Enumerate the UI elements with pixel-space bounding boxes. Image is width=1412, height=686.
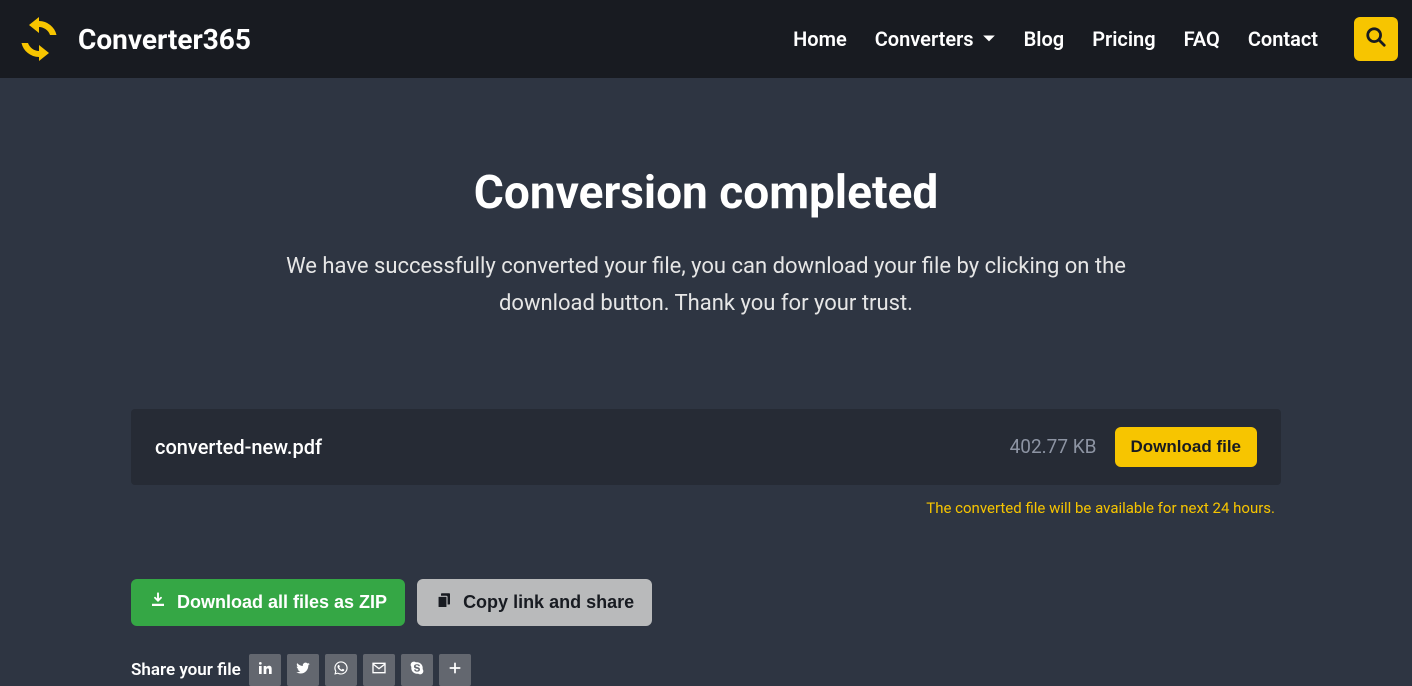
nav-converters[interactable]: Converters [875,27,996,51]
refresh-arrows-icon [14,14,64,64]
page-subtitle: We have successfully converted your file… [246,248,1166,323]
email-icon [371,660,387,680]
copy-link-label: Copy link and share [463,592,634,613]
twitter-icon [295,660,311,680]
linkedin-icon [257,660,273,680]
share-label: Share your file [131,660,241,680]
logo[interactable]: Converter365 [14,14,251,64]
converted-file-card: converted-new.pdf 402.77 KB Download fil… [131,409,1281,485]
share-row: Share your file [131,654,1281,686]
nav-faq[interactable]: FAQ [1184,27,1220,51]
copy-link-button[interactable]: Copy link and share [417,579,652,626]
main-content: Conversion completed We have successfull… [131,78,1281,686]
share-email-button[interactable] [363,654,395,686]
brand-name: Converter365 [78,23,251,56]
availability-note: The converted file will be available for… [131,499,1275,517]
main-nav: Home Converters Blog Pricing FAQ Contact [793,17,1398,61]
download-zip-label: Download all files as ZIP [177,592,387,613]
nav-pricing[interactable]: Pricing [1092,27,1155,51]
share-whatsapp-button[interactable] [325,654,357,686]
search-icon [1365,26,1387,52]
copy-icon [435,591,453,614]
bulk-actions: Download all files as ZIP Copy link and … [131,579,1281,626]
download-file-button[interactable]: Download file [1115,427,1258,467]
whatsapp-icon [333,660,349,680]
file-size: 402.77 KB [1010,435,1097,458]
share-skype-button[interactable] [401,654,433,686]
share-buttons [255,654,471,686]
download-zip-button[interactable]: Download all files as ZIP [131,579,405,626]
nav-blog[interactable]: Blog [1024,27,1065,51]
chevron-down-icon [982,27,996,51]
search-button[interactable] [1354,17,1398,61]
nav-contact[interactable]: Contact [1248,27,1318,51]
share-more-button[interactable] [439,654,471,686]
file-name: converted-new.pdf [155,435,322,459]
share-linkedin-button[interactable] [249,654,281,686]
nav-converters-label: Converters [875,27,974,51]
page-title: Conversion completed [131,166,1281,220]
skype-icon [409,660,425,680]
nav-home[interactable]: Home [793,27,847,51]
plus-icon [448,660,462,679]
download-icon [149,591,167,614]
share-twitter-button[interactable] [287,654,319,686]
top-header: Converter365 Home Converters Blog Pricin… [0,0,1412,78]
